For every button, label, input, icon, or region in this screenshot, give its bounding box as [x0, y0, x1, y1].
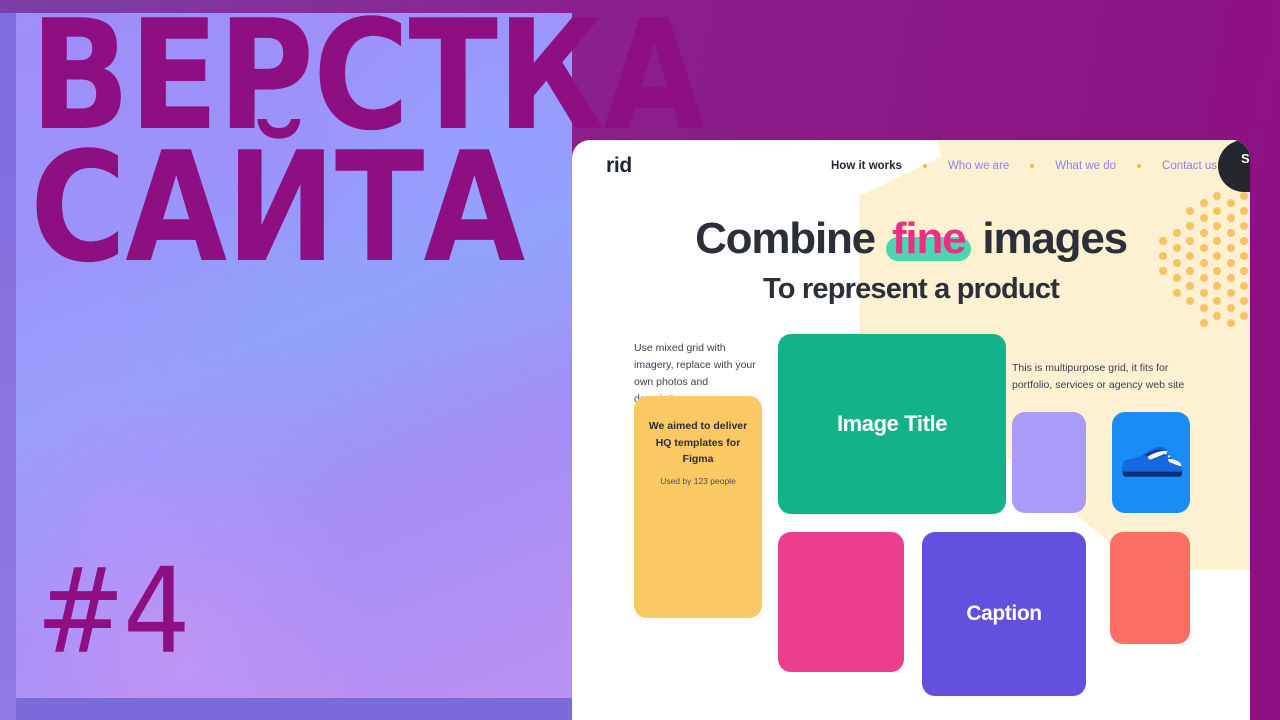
episode-number: #4 [36, 542, 190, 680]
coral-card[interactable] [1110, 532, 1190, 645]
hero-heading-pre: Combine [695, 214, 886, 263]
nav-link-how-it-works[interactable]: How it works [830, 160, 903, 172]
sneaker-icon [1121, 447, 1183, 477]
thumbnail-title: ВЕРСТКА САЙТА [30, 0, 705, 284]
bottom-accent-strip [16, 698, 572, 720]
nav-link-what-we-do[interactable]: What we do [1054, 160, 1117, 172]
image-title-card-label: Image Title [836, 411, 948, 437]
note-card-title: We aimed to deliver HQ templates for Fig… [648, 420, 748, 465]
nav-separator-dot-3 [1137, 164, 1142, 168]
note-card[interactable]: We aimed to deliver HQ templates for Fig… [634, 396, 762, 619]
nav-link-contact-us[interactable]: Contact us [1161, 160, 1218, 172]
image-grid-section: Use mixed grid with imagery, replace wit… [572, 334, 1250, 697]
sign-in-button[interactable]: Sign In [1218, 140, 1250, 192]
left-accent-band [0, 13, 16, 720]
lavender-card[interactable] [1012, 412, 1086, 514]
nav-links: How it works Who we are What we do Conta… [830, 160, 1218, 172]
note-card-subtitle: Used by 123 people [660, 476, 736, 487]
pink-card[interactable] [778, 532, 904, 673]
thumbnail-title-line2: САЙТА [30, 119, 525, 297]
caption-card-label: Caption [966, 602, 1042, 626]
nav-separator-dot-2 [1030, 164, 1035, 168]
image-title-card[interactable]: Image Title [778, 334, 1006, 515]
sneaker-card[interactable] [1112, 412, 1190, 514]
thumbnail-frame: ВЕРСТКА САЙТА #4 rid How it works Who we… [0, 0, 1280, 720]
nav-separator-dot-1 [922, 164, 927, 168]
hero-highlight-word: fine [885, 214, 972, 263]
grid-right-copy: This is multipurpose grid, it fits for p… [1012, 362, 1185, 392]
caption-card[interactable]: Caption [922, 532, 1086, 697]
hero-subheading: To represent a product [762, 273, 1060, 306]
nav-link-who-we-are[interactable]: Who we are [947, 160, 1010, 172]
hero-heading-post: images [971, 214, 1128, 263]
